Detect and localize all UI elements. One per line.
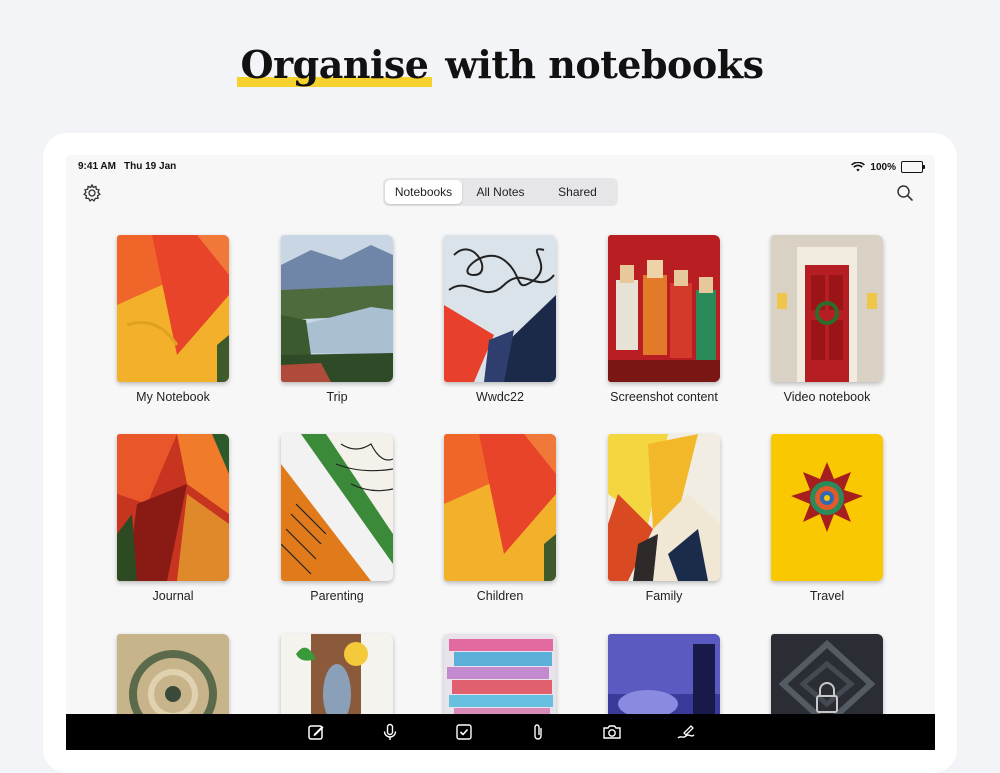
notebook-title: Wwdc22 — [476, 390, 524, 404]
notebook-cover[interactable] — [771, 235, 883, 382]
headline: Organise with notebooks — [0, 42, 1000, 87]
notebook-title: My Notebook — [136, 390, 210, 404]
compose-icon — [307, 725, 323, 740]
camera-icon — [602, 725, 621, 739]
notebook-item[interactable]: Trip — [281, 235, 393, 404]
status-time: 9:41 AM — [78, 161, 116, 172]
bottom-toolbar — [66, 714, 935, 750]
notebook-cover[interactable] — [608, 434, 720, 581]
headline-rest: with notebooks — [432, 42, 764, 87]
notebook-item[interactable]: Parenting — [281, 434, 393, 603]
notebook-cover[interactable] — [444, 434, 556, 581]
tab-notebooks[interactable]: Notebooks — [385, 180, 462, 204]
sketch-button[interactable] — [649, 714, 723, 750]
battery-percent: 100% — [870, 161, 896, 173]
notebook-item[interactable]: Children — [444, 434, 556, 603]
wifi-icon — [851, 162, 866, 172]
status-bar: 9:41 AM Thu 19 Jan 100% — [78, 161, 925, 175]
headline-highlight: Organise — [236, 42, 433, 87]
notebook-cover[interactable] — [281, 434, 393, 581]
notebook-cover[interactable] — [608, 235, 720, 382]
sketch-icon — [677, 725, 694, 739]
record-audio-button[interactable] — [353, 714, 427, 750]
view-switcher: Notebooks All Notes Shared — [383, 178, 618, 206]
notebook-title: Travel — [809, 589, 845, 603]
notebook-item[interactable]: Journal — [117, 434, 229, 603]
gear-icon[interactable] — [82, 183, 102, 203]
checklist-icon — [455, 724, 472, 740]
notebook-item[interactable]: Screenshot content — [608, 235, 720, 404]
attachment-button[interactable] — [501, 714, 575, 750]
notebook-cover[interactable] — [771, 434, 883, 581]
notebook-title: Children — [476, 589, 524, 603]
notebook-title: Video notebook — [783, 390, 871, 404]
notebook-title: Family — [645, 589, 683, 603]
compose-button[interactable] — [279, 714, 353, 750]
tab-shared[interactable]: Shared — [539, 180, 616, 204]
search-icon[interactable] — [895, 183, 915, 203]
notebook-cover[interactable] — [281, 235, 393, 382]
microphone-icon — [383, 723, 396, 740]
notebook-cover[interactable] — [444, 235, 556, 382]
status-date: Thu 19 Jan — [124, 161, 177, 172]
notebook-item[interactable]: Travel — [771, 434, 883, 603]
battery-icon — [901, 161, 925, 173]
tab-all-notes[interactable]: All Notes — [462, 180, 539, 204]
notebook-title: Trip — [326, 390, 348, 404]
notebook-item[interactable]: Video notebook — [771, 235, 883, 404]
notebook-item[interactable]: Family — [608, 434, 720, 603]
notebook-cover[interactable] — [117, 235, 229, 382]
attachment-icon — [533, 724, 542, 740]
notebook-title: Journal — [152, 589, 194, 603]
app-screen: 9:41 AM Thu 19 Jan 100% Notebooks All No… — [66, 155, 935, 750]
status-right: 100% — [851, 161, 925, 173]
notebook-title: Screenshot content — [610, 390, 718, 404]
notebook-item[interactable]: Wwdc22 — [444, 235, 556, 404]
notebook-title: Parenting — [310, 589, 364, 603]
checklist-button[interactable] — [427, 714, 501, 750]
notebook-item[interactable]: My Notebook — [117, 235, 229, 404]
camera-button[interactable] — [575, 714, 649, 750]
notebook-cover[interactable] — [117, 434, 229, 581]
